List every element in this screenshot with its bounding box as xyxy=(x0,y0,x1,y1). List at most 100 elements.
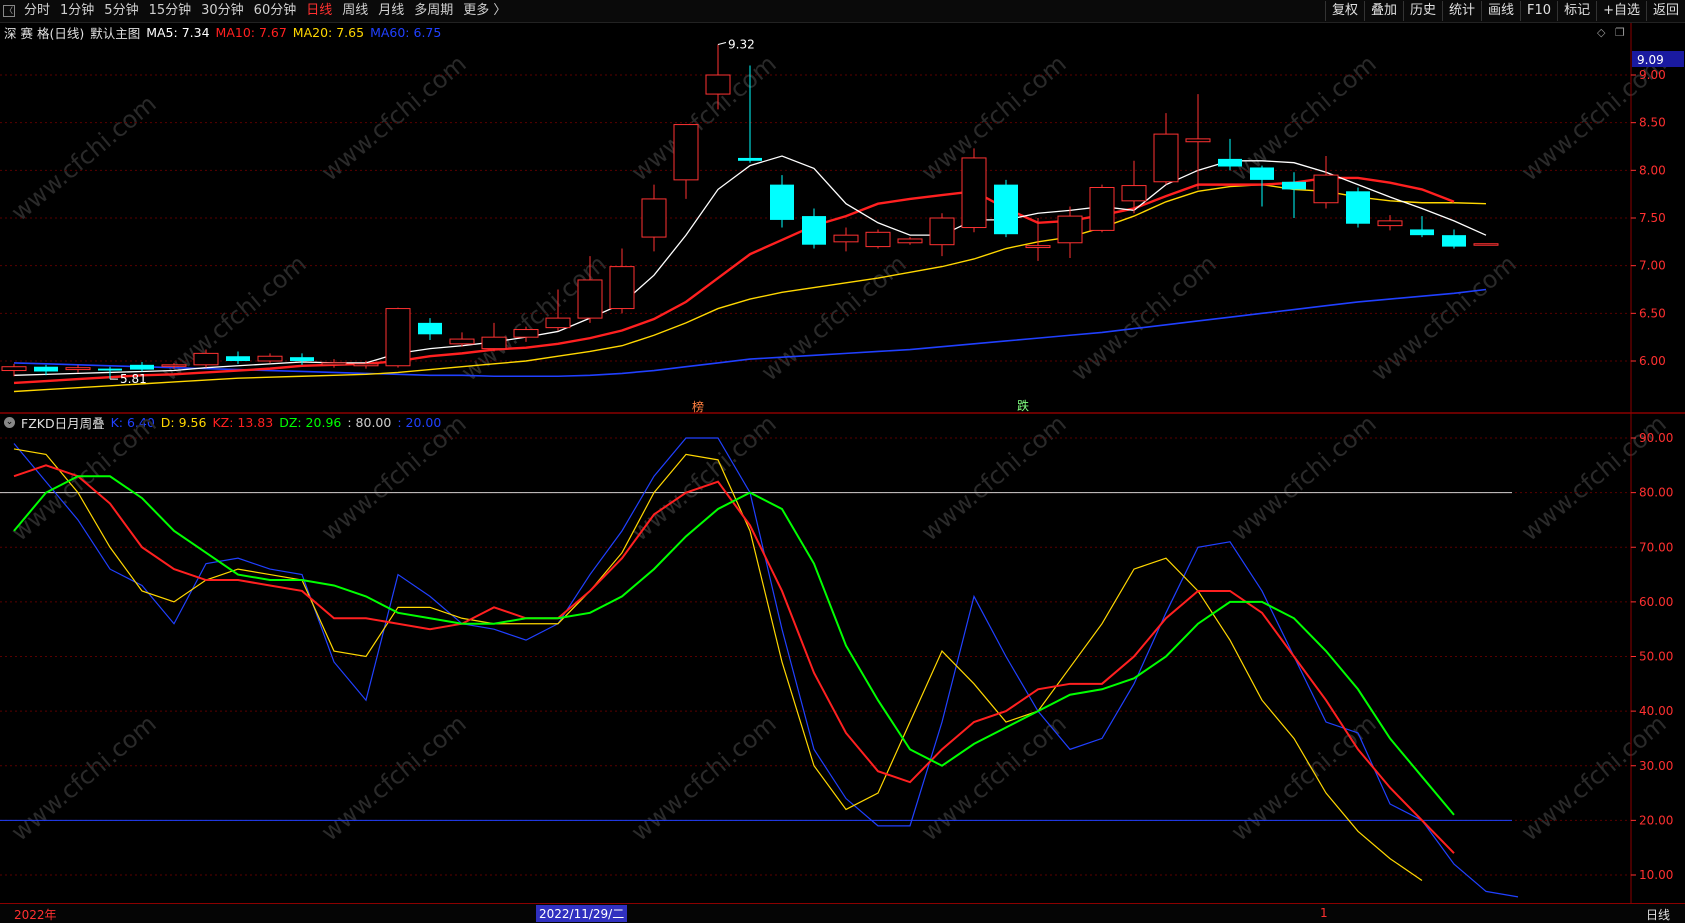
ind-tick-label-2: 70.00 xyxy=(1639,540,1673,554)
period-tab-10[interactable]: 更多 〉 xyxy=(458,3,511,18)
candle-body-0 xyxy=(1,366,27,372)
candle-body-22 xyxy=(705,74,731,95)
candle-body-35 xyxy=(1121,185,1147,202)
top-toolbar: 〈 分时 1分钟 5分钟 15分钟 30分钟 60分钟 日线 周线 月线 多周期 更多 〉 复权 叠加… xyxy=(0,0,1685,23)
watermark-21: www.cfchi.com xyxy=(1066,249,1222,386)
watermark-14: www.cfchi.com xyxy=(626,709,782,846)
tool-button-4[interactable]: 画线 xyxy=(1481,1,1520,21)
year-label: 2022年 xyxy=(14,908,57,922)
candle-body-18 xyxy=(577,279,603,319)
ind-tick-label-5: 40.00 xyxy=(1639,704,1673,718)
period-tab-6[interactable]: 日线 xyxy=(301,3,337,18)
ind-tick-label-6: 30.00 xyxy=(1639,759,1673,773)
candle-body-34 xyxy=(1089,186,1115,231)
candle-body-5 xyxy=(161,364,187,367)
watermark-20: www.cfchi.com xyxy=(756,249,912,386)
candle-body-12 xyxy=(385,308,411,367)
current-price-tag-label: 9.09 xyxy=(1637,53,1664,67)
panel-toggle-icon[interactable]: 〈 xyxy=(3,5,15,17)
ind-tick-label-7: 20.00 xyxy=(1639,813,1673,827)
period-tab-1[interactable]: 1分钟 xyxy=(55,3,99,18)
candle-body-26 xyxy=(833,234,859,243)
candle-body-33 xyxy=(1057,215,1083,244)
candle-body-17 xyxy=(545,317,571,329)
ind-tick-label-8: 10.00 xyxy=(1639,868,1673,882)
candle-body-31 xyxy=(994,184,1018,235)
ma10-line xyxy=(13,176,1455,385)
marker-die: 跌 xyxy=(1017,398,1029,413)
watermark-12: www.cfchi.com xyxy=(6,709,162,846)
tool-button-0[interactable]: 复权 xyxy=(1324,1,1364,21)
candle-body-37 xyxy=(1185,138,1211,143)
tool-buttons: 复权 叠加 历史 统计 画线 F10 标记 +自选 返回 xyxy=(1324,0,1685,22)
price-tick-label-6: 6.00 xyxy=(1639,354,1666,368)
candle-body-42 xyxy=(1346,191,1370,224)
marker-bang: 榜 xyxy=(692,399,704,414)
watermark-22: www.cfchi.com xyxy=(1366,249,1522,386)
candle-body-6 xyxy=(193,352,219,366)
watermark-6: www.cfchi.com xyxy=(6,409,162,546)
price-tick-label-1: 8.50 xyxy=(1639,116,1666,130)
price-chart[interactable]: www.cfchi.com www.cfchi.com www.cfchi.com w… xyxy=(0,22,1685,903)
watermark-13: www.cfchi.com xyxy=(316,709,472,846)
period-tab-0[interactable]: 分时 xyxy=(19,3,55,18)
k-line xyxy=(13,437,1519,898)
period-tab-5[interactable]: 60分钟 xyxy=(249,3,302,18)
watermark-0: www.cfchi.com xyxy=(6,89,162,226)
period-tab-9[interactable]: 多周期 xyxy=(409,3,458,18)
window-icon: ❐ xyxy=(1615,26,1625,39)
candle-body-43 xyxy=(1377,220,1403,227)
tool-button-3[interactable]: 统计 xyxy=(1442,1,1481,21)
candle-body-24 xyxy=(770,184,794,220)
tool-button-2[interactable]: 历史 xyxy=(1402,1,1442,21)
candle-body-7 xyxy=(226,356,250,361)
price-tick-label-2: 8.00 xyxy=(1639,163,1666,177)
candle-body-41 xyxy=(1313,174,1339,204)
period-tab-8[interactable]: 月线 xyxy=(373,3,409,18)
candle-body-32 xyxy=(1025,245,1051,249)
high-arrow xyxy=(717,42,727,45)
candle-body-40 xyxy=(1282,181,1306,190)
watermark-2: www.cfchi.com xyxy=(626,49,782,186)
period-tab-4[interactable]: 30分钟 xyxy=(196,3,249,18)
candle-body-28 xyxy=(897,238,923,244)
tool-button-7[interactable]: +自选 xyxy=(1596,1,1646,21)
ind-tick-label-4: 50.00 xyxy=(1639,650,1673,664)
d-line xyxy=(13,448,1423,881)
candle-body-15 xyxy=(481,336,507,350)
candle-body-13 xyxy=(418,322,442,335)
cursor-date: 2022/11/29/二 xyxy=(536,905,628,922)
candle-body-30 xyxy=(961,157,987,229)
candle-body-9 xyxy=(290,357,314,361)
candle-body-8 xyxy=(257,355,283,362)
period-label[interactable]: 日线 xyxy=(1646,906,1670,923)
period-tab-3[interactable]: 15分钟 xyxy=(144,3,197,18)
candle-body-1 xyxy=(34,366,58,372)
watermark-1: www.cfchi.com xyxy=(316,49,472,186)
period-tab-2[interactable]: 5分钟 xyxy=(99,3,143,18)
tool-button-1[interactable]: 叠加 xyxy=(1363,1,1403,21)
price-tick-label-5: 6.50 xyxy=(1639,306,1666,320)
diamond-icon: ◇ xyxy=(1597,26,1606,39)
candle-body-38 xyxy=(1218,158,1242,167)
watermark-9: www.cfchi.com xyxy=(916,409,1072,546)
candle-body-19 xyxy=(609,266,635,310)
tool-button-8[interactable]: 返回 xyxy=(1645,1,1685,21)
tool-button-6[interactable]: 标记 xyxy=(1557,1,1596,21)
watermark-10: www.cfchi.com xyxy=(1226,409,1382,546)
price-tick-label-0: 9.00 xyxy=(1639,68,1666,82)
watermark-7: www.cfchi.com xyxy=(316,409,472,546)
watermark-16: www.cfchi.com xyxy=(1226,709,1382,846)
tool-button-5[interactable]: F10 xyxy=(1520,1,1557,21)
candle-body-25 xyxy=(802,216,826,245)
candle-body-27 xyxy=(865,231,891,248)
period-tabs: 〈 分时 1分钟 5分钟 15分钟 30分钟 60分钟 日线 周线 月线 多周期 更多 〉 xyxy=(0,0,511,22)
price-tick-label-3: 7.50 xyxy=(1639,211,1666,225)
time-axis-bar: 2022年 2022/11/29/二 1 日线 xyxy=(0,903,1685,923)
ind-tick-label-1: 80.00 xyxy=(1639,486,1673,500)
period-tab-7[interactable]: 周线 xyxy=(337,3,373,18)
candle-body-44 xyxy=(1410,229,1434,236)
candle-body-20 xyxy=(641,198,667,238)
candle-body-4 xyxy=(130,364,154,370)
candle-body-2 xyxy=(65,367,91,371)
